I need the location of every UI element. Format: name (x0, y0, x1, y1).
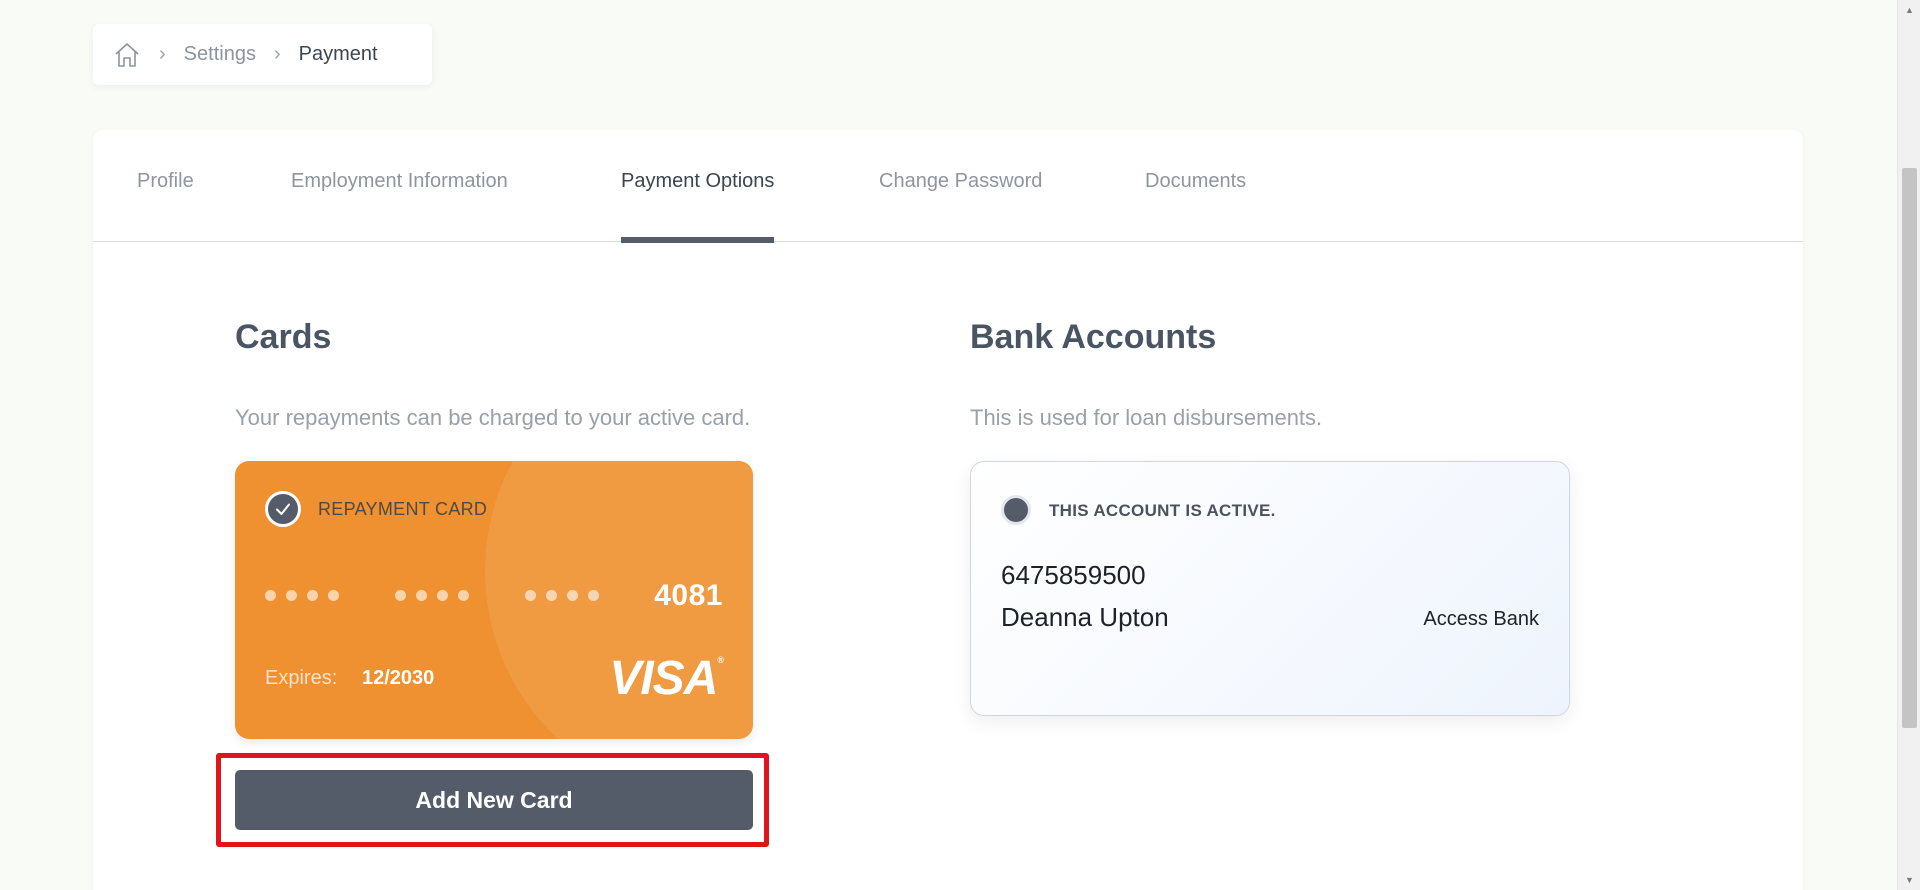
tab-label: Employment Information (291, 170, 508, 192)
settings-panel: Profile Employment Information Payment O… (93, 130, 1803, 890)
tab-label: Profile (137, 170, 194, 192)
breadcrumb-item-settings[interactable]: Settings (184, 43, 256, 66)
scroll-up-arrow-icon[interactable]: ▲ (1898, 0, 1920, 20)
tab-documents[interactable]: Documents (1145, 170, 1246, 242)
scroll-down-arrow-icon[interactable]: ▼ (1898, 870, 1920, 890)
card-last4: 4081 (654, 579, 723, 612)
active-tab-indicator (621, 237, 775, 243)
visa-logo: VISA® (609, 652, 724, 705)
tab-payment-options[interactable]: Payment Options (621, 170, 775, 243)
bank-account-card[interactable]: THIS ACCOUNT IS ACTIVE. 6475859500 Deann… (970, 461, 1570, 716)
cards-description: Your repayments can be charged to your a… (235, 405, 751, 430)
expires-value: 12/2030 (362, 667, 435, 689)
chevron-right-icon: › (273, 43, 281, 65)
bank-accounts-title: Bank Accounts (970, 318, 1217, 356)
radio-active-icon[interactable] (1001, 495, 1031, 525)
repayment-card[interactable]: REPAYMENT CARD 4081 Expires: 12/2030 VIS… (235, 461, 753, 739)
tab-label: Change Password (879, 170, 1043, 192)
check-icon[interactable] (265, 491, 301, 527)
home-icon[interactable] (113, 41, 141, 69)
tab-change-password[interactable]: Change Password (879, 170, 1042, 242)
account-number: 6475859500 (1001, 560, 1146, 590)
account-status: THIS ACCOUNT IS ACTIVE. (1049, 501, 1276, 520)
card-type-label: REPAYMENT CARD (318, 499, 488, 519)
breadcrumb: › Settings › Payment (93, 24, 432, 85)
chevron-right-icon: › (159, 43, 166, 65)
scroll-thumb[interactable] (1902, 168, 1917, 728)
settings-tabs: Profile Employment Information Payment O… (93, 130, 1803, 243)
tab-employment-information[interactable]: Employment Information (291, 170, 508, 242)
scrollbar[interactable]: ▲ ▼ (1897, 0, 1920, 890)
bank-name: Access Bank (1423, 608, 1539, 630)
add-new-card-button[interactable]: Add New Card (235, 770, 753, 830)
masked-digits-group (265, 590, 339, 601)
account-holder: Deanna Upton (1001, 602, 1169, 632)
masked-digits-group (395, 590, 469, 601)
masked-digits-group (525, 590, 599, 601)
cards-title: Cards (235, 318, 332, 356)
bank-accounts-description: This is used for loan disbursements. (970, 405, 1323, 430)
tab-profile[interactable]: Profile (137, 170, 194, 242)
breadcrumb-item-payment: Payment (298, 43, 378, 65)
expires-label: Expires: (265, 667, 338, 689)
tab-label: Payment Options (621, 170, 775, 192)
page: › Settings › Payment Profile Employment … (0, 0, 1920, 890)
tab-label: Documents (1145, 170, 1247, 192)
